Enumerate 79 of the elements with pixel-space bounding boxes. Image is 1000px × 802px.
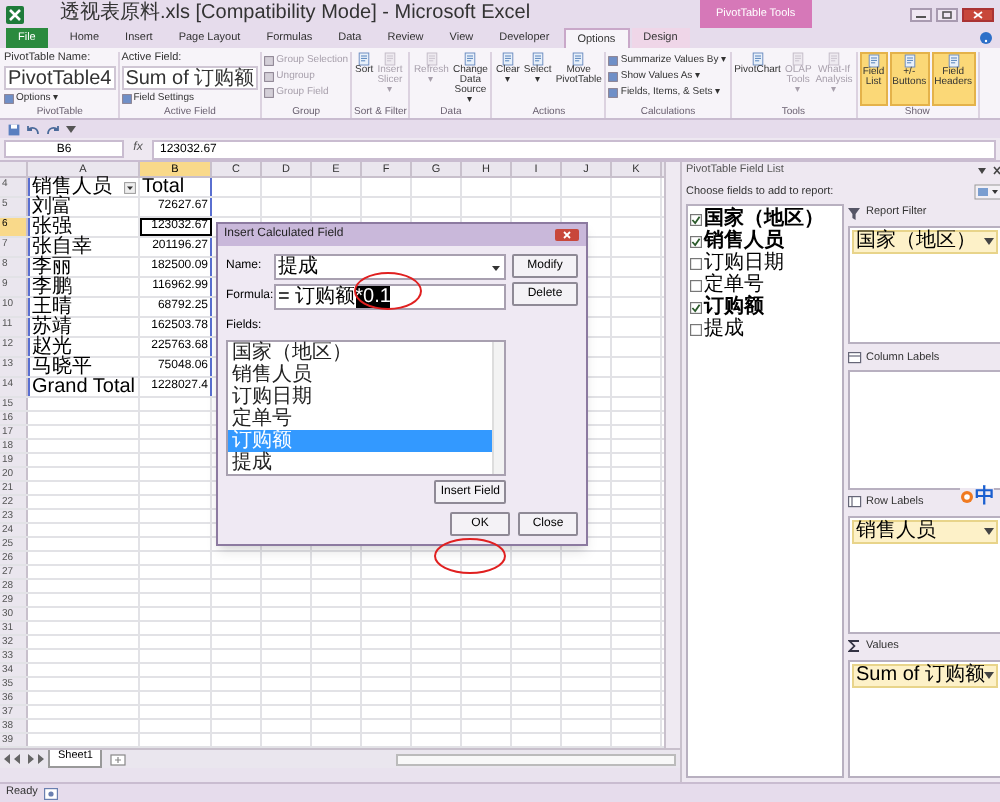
list-item[interactable]: 国家（地区） — [228, 342, 492, 364]
excel-logo-icon — [6, 5, 24, 23]
square-icon — [608, 71, 619, 81]
sigma-icon — [848, 640, 862, 653]
annotation-circle — [434, 538, 506, 574]
field-chip[interactable]: 销售人员 — [852, 519, 999, 543]
navigation-arrows-icon[interactable] — [4, 754, 44, 764]
table-cell: 张强 — [28, 218, 140, 236]
document-icon — [531, 52, 544, 66]
table-cell: 李丽 — [28, 258, 140, 276]
columns-icon — [848, 351, 862, 364]
undo-icon[interactable] — [26, 123, 40, 135]
checkbox[interactable] — [690, 301, 702, 313]
ime-logo-icon — [960, 490, 975, 504]
minimize-icon[interactable] — [910, 7, 932, 21]
save-icon[interactable] — [8, 123, 20, 135]
table-cell: 李鹏 — [28, 278, 140, 296]
field-label: 国家（地区） — [704, 209, 824, 229]
scrollbar[interactable] — [492, 342, 504, 474]
list-item[interactable]: 提成 — [228, 452, 492, 474]
square-icon — [608, 87, 619, 97]
input-field[interactable]: Sum of 订购额 — [121, 66, 259, 90]
table-cell: Grand Total — [28, 378, 140, 396]
table-cell: 销售人员 — [28, 178, 140, 196]
table-cell: 马晓平 — [28, 358, 140, 376]
field-chip[interactable]: Sum of 订购额 — [852, 663, 999, 688]
table-cell: Total — [140, 178, 212, 196]
list-item[interactable]: 订购日期 — [228, 386, 492, 408]
window-title: 透视表原料.xls [Compatibility Mode] - Microsoft Excel — [60, 4, 531, 24]
redo-icon[interactable] — [46, 123, 60, 135]
rows-icon — [848, 496, 862, 508]
field-label: 订购额 — [704, 297, 764, 317]
document-icon — [867, 54, 880, 68]
document-icon — [903, 54, 916, 68]
document-icon — [464, 52, 477, 66]
dropdown-icon — [490, 261, 502, 273]
record-macro-icon[interactable] — [43, 787, 58, 799]
table-cell: 王晴 — [28, 298, 140, 316]
close-icon[interactable] — [978, 166, 1000, 176]
field-chip[interactable]: 国家（地区） — [852, 230, 999, 254]
scrollbar[interactable] — [396, 753, 676, 765]
square-icon — [121, 93, 132, 103]
help-icon[interactable] — [980, 32, 992, 44]
list-item[interactable]: 销售人员 — [228, 364, 492, 386]
square-icon — [608, 55, 619, 65]
table-cell: 赵光 — [28, 338, 140, 356]
name-field[interactable]: 提成 — [274, 254, 506, 280]
list-item[interactable]: 定单号 — [228, 408, 492, 430]
checkbox[interactable] — [690, 213, 702, 225]
field-label: 销售人员 — [704, 231, 784, 251]
dropdown-icon[interactable] — [124, 181, 136, 193]
table-cell: 张自幸 — [28, 238, 140, 256]
caret-icon[interactable] — [66, 125, 76, 133]
table-cell: 苏靖 — [28, 318, 140, 336]
field-label: 定单号 — [704, 275, 764, 295]
maximize-icon[interactable] — [936, 7, 958, 21]
caret-icon — [984, 527, 995, 535]
field-label: 提成 — [704, 319, 744, 339]
table-cell: 刘富 — [28, 198, 140, 216]
scrollbar[interactable] — [664, 162, 680, 748]
layout-icon[interactable] — [974, 184, 1000, 200]
checkbox[interactable] — [690, 235, 702, 247]
document-icon — [501, 52, 514, 66]
caret-icon — [984, 671, 995, 680]
input-field[interactable]: PivotTable4 — [4, 66, 116, 90]
document-icon — [751, 52, 764, 66]
square-icon — [4, 93, 14, 103]
close-icon[interactable] — [554, 228, 580, 242]
field-label: 订购日期 — [704, 253, 784, 273]
filter-icon — [848, 207, 862, 219]
caret-icon — [984, 238, 995, 246]
document-icon — [358, 52, 371, 66]
checkbox[interactable] — [690, 257, 702, 269]
new-sheet-icon[interactable] — [110, 753, 127, 765]
close-icon[interactable] — [962, 7, 994, 21]
document-icon — [947, 54, 960, 68]
checkbox[interactable] — [690, 279, 702, 291]
document-icon — [572, 52, 585, 66]
checkbox[interactable] — [690, 323, 702, 335]
